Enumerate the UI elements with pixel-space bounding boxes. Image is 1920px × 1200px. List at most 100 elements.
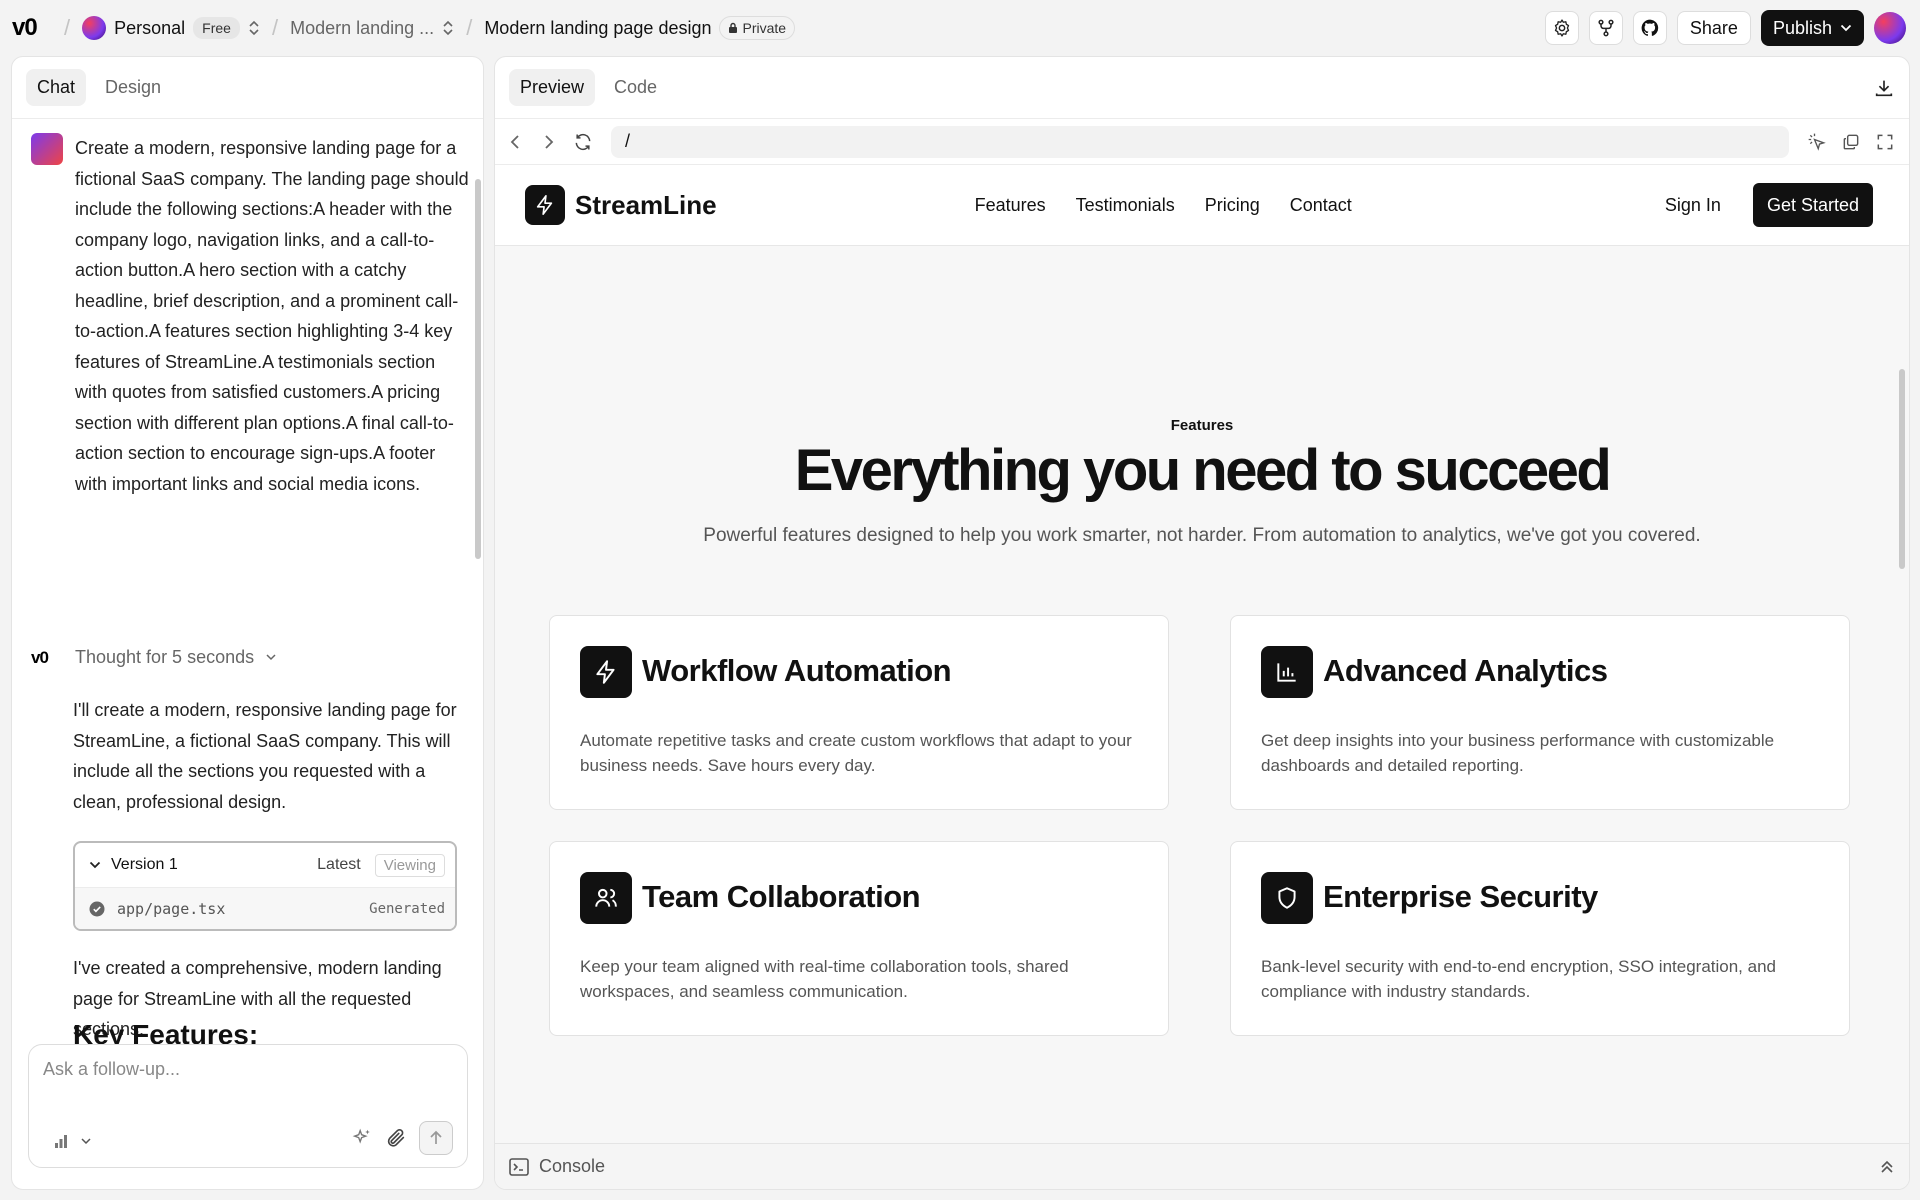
version-header[interactable]: Version 1 Latest Viewing: [75, 843, 455, 887]
site-nav-features[interactable]: Features: [975, 195, 1046, 216]
site-brand-name: StreamLine: [575, 189, 717, 220]
site-nav-links: Features Testimonials Pricing Contact: [975, 195, 1352, 216]
user-message: Create a modern, responsive landing page…: [31, 133, 471, 499]
share-button[interactable]: Share: [1676, 11, 1751, 45]
cursor-select-icon[interactable]: [1807, 132, 1827, 152]
git-fork-icon: [1596, 18, 1616, 38]
chevron-down-icon: [81, 1137, 91, 1145]
version-status: Generated: [369, 900, 445, 917]
left-tabs: Chat Design: [12, 57, 483, 119]
fork-button[interactable]: [1588, 11, 1623, 45]
site-nav-pricing[interactable]: Pricing: [1205, 195, 1260, 216]
followup-input-box: [28, 1044, 468, 1168]
refresh-icon[interactable]: [573, 132, 593, 152]
paperclip-icon[interactable]: [385, 1127, 407, 1149]
settings-button[interactable]: [1544, 11, 1579, 45]
user-avatar[interactable]: [1874, 12, 1906, 44]
thought-toggle[interactable]: v0 Thought for 5 seconds: [31, 647, 276, 668]
get-started-button[interactable]: Get Started: [1752, 183, 1873, 227]
lightning-icon: [580, 646, 632, 698]
lightning-icon: [525, 185, 565, 225]
breadcrumb-separator: /: [466, 15, 473, 40]
feature-title: Enterprise Security: [1323, 879, 1598, 914]
version-file: app/page.tsx: [117, 899, 226, 918]
sign-in-link[interactable]: Sign In: [1665, 195, 1721, 216]
feature-description: Automate repetitive tasks and create cus…: [580, 731, 1132, 775]
features-section-label: Features: [1170, 417, 1234, 434]
followup-input[interactable]: [43, 1059, 443, 1080]
version-card[interactable]: Version 1 Latest Viewing app/page.tsx Ge…: [73, 841, 457, 931]
plan-badge: Free: [193, 17, 240, 39]
chevron-down-icon: [89, 861, 101, 869]
arrow-up-icon: [428, 1130, 444, 1146]
breadcrumb-separator: /: [271, 15, 279, 40]
version-title: Version 1: [111, 856, 178, 873]
feature-card: Team Collaboration Keep your team aligne…: [549, 841, 1169, 1036]
gear-icon: [1552, 18, 1572, 38]
version-latest: Latest: [317, 856, 361, 873]
feature-card: Enterprise Security Bank-level security …: [1230, 841, 1850, 1036]
feature-description: Get deep insights into your business per…: [1261, 731, 1775, 775]
site-nav-actions: Sign In Get Started: [1665, 183, 1873, 227]
workspace-name: Personal: [114, 17, 186, 38]
site-nav-contact[interactable]: Contact: [1290, 195, 1352, 216]
input-actions: [351, 1121, 453, 1155]
users-icon: [580, 872, 632, 924]
send-button[interactable]: [419, 1121, 453, 1155]
chevron-down-icon: [266, 654, 276, 661]
chevron-updown-icon: [248, 19, 260, 37]
model-selector[interactable]: [53, 1133, 91, 1149]
workspace-avatar: [82, 16, 107, 40]
github-button[interactable]: [1632, 11, 1667, 45]
feature-card: Advanced Analytics Get deep insights int…: [1230, 615, 1850, 810]
chevrons-up-icon[interactable]: [1879, 1159, 1895, 1175]
publish-label: Publish: [1772, 17, 1832, 38]
back-arrow-icon[interactable]: [509, 134, 523, 150]
tab-chat[interactable]: Chat: [26, 69, 87, 106]
site-nav-testimonials[interactable]: Testimonials: [1076, 195, 1175, 216]
chevron-down-icon: [1840, 24, 1852, 32]
project-switcher[interactable]: Modern landing ...: [290, 18, 454, 39]
version-file-row[interactable]: app/page.tsx Generated: [75, 887, 455, 929]
url-field[interactable]: /: [611, 125, 1789, 158]
thought-label: Thought for 5 seconds: [75, 647, 255, 667]
privacy-badge[interactable]: Private: [719, 16, 796, 40]
v0-logo[interactable]: v0: [12, 14, 52, 42]
forward-arrow-icon[interactable]: [541, 134, 555, 150]
page-title-crumb[interactable]: Modern landing page design Private: [484, 16, 796, 40]
check-circle-icon: [89, 901, 105, 917]
project-name: Modern landing ...: [290, 17, 435, 38]
tab-design[interactable]: Design: [94, 69, 172, 106]
sparkles-icon[interactable]: [351, 1127, 373, 1149]
chat-scrollbar[interactable]: [475, 179, 481, 559]
tab-preview[interactable]: Preview: [509, 69, 596, 106]
fullscreen-icon[interactable]: [1875, 132, 1895, 152]
site-brand[interactable]: StreamLine: [525, 185, 717, 225]
chat-panel: Chat Design Create a modern, responsive …: [11, 56, 484, 1190]
page-title: Modern landing page design: [484, 17, 712, 38]
tab-code[interactable]: Code: [603, 69, 668, 106]
feature-description: Bank-level security with end-to-end encr…: [1261, 957, 1776, 1001]
features-subheadline: Powerful features designed to help you w…: [703, 525, 1701, 546]
publish-button[interactable]: Publish: [1760, 10, 1864, 46]
feature-title: Team Collaboration: [642, 879, 921, 914]
shield-icon: [1261, 872, 1313, 924]
feature-title: Workflow Automation: [642, 653, 952, 688]
download-icon[interactable]: [1873, 77, 1895, 99]
copy-window-icon[interactable]: [1841, 132, 1861, 152]
preview-scrollbar[interactable]: [1899, 369, 1905, 569]
console-label: Console: [539, 1156, 606, 1176]
top-bar: v0 / Personal Free / Modern landing ... …: [0, 0, 1920, 56]
chevron-updown-icon: [442, 19, 454, 37]
preview-panel: Preview Code / StreamLine Features Testi…: [494, 56, 1910, 1190]
console-bar[interactable]: Console: [495, 1143, 1909, 1189]
feature-card: Workflow Automation Automate repetitive …: [549, 615, 1169, 810]
bar-chart-icon: [1261, 646, 1313, 698]
features-headline: Everything you need to succeed: [794, 438, 1612, 503]
feature-title: Advanced Analytics: [1323, 653, 1608, 688]
preview-tabs: Preview Code: [495, 57, 1909, 119]
chat-history[interactable]: Create a modern, responsive landing page…: [12, 119, 483, 1099]
viewing-badge: Viewing: [374, 853, 445, 877]
signal-bars-icon: [53, 1133, 69, 1149]
workspace-switcher[interactable]: Personal Free: [82, 16, 260, 40]
